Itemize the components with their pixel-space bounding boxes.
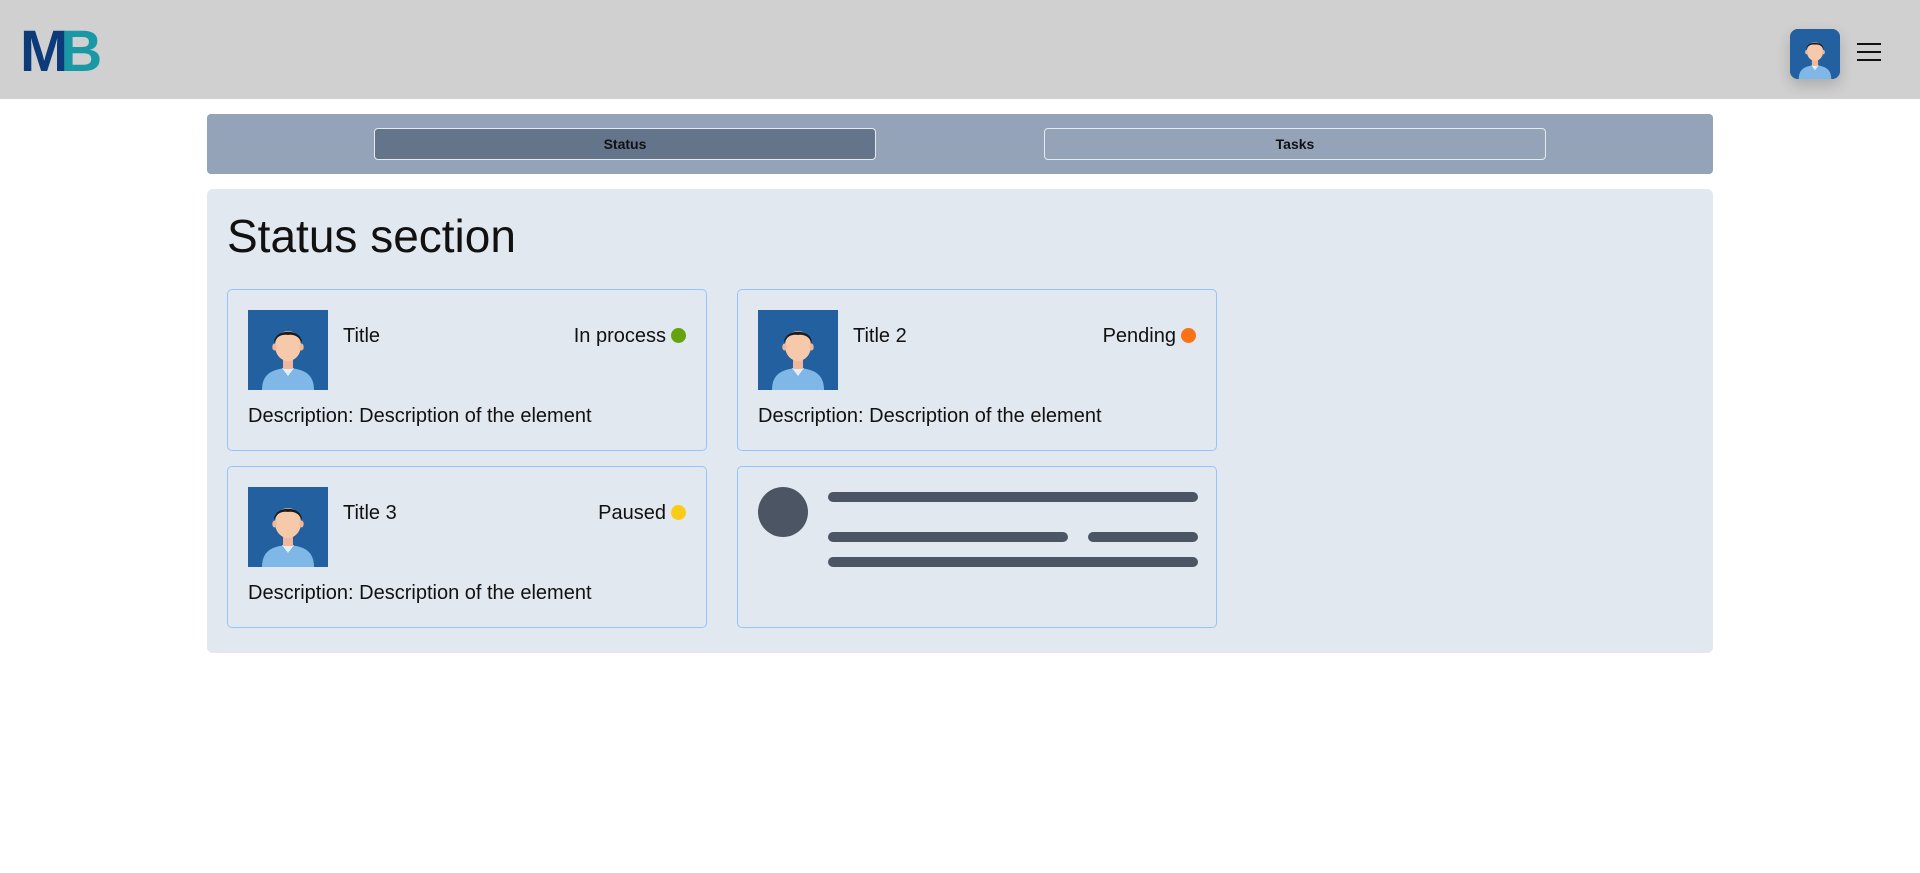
status-card[interactable]: Title 3 Paused Description: Description … [227,466,707,628]
status-dot-icon [671,505,686,520]
card-title: Title [343,325,381,347]
user-avatar-button[interactable] [1790,29,1840,79]
hamburger-menu-icon[interactable] [1857,43,1881,63]
status-label: Pending [1102,325,1176,347]
card-description: Description: Description of the element [248,582,592,604]
logo-letter-m: MB [20,25,100,73]
person-avatar-icon [248,310,328,390]
card-title: Title 2 [853,325,907,347]
page-title: Status section [227,210,516,262]
tab-bar: Status Tasks [207,114,1713,174]
status-dot-icon [671,328,686,343]
status-label: In process [573,325,666,347]
person-avatar-icon [248,487,328,567]
user-avatar-icon [1790,29,1840,79]
card-description: Description: Description of the element [248,405,592,427]
status-card[interactable]: Title In process Description: Descriptio… [227,289,707,451]
skeleton-line [828,557,1198,567]
loading-skeleton-card [737,466,1217,628]
card-title: Title 3 [343,502,397,524]
brand-logo[interactable]: MB [20,25,102,73]
card-description: Description: Description of the element [758,405,1102,427]
skeleton-line [828,492,1198,502]
skeleton-line [828,532,1068,542]
tab-tasks[interactable]: Tasks [1044,128,1546,160]
top-bar: MB [0,0,1920,99]
skeleton-line [1088,532,1198,542]
status-label: Paused [598,502,666,524]
status-section-panel: Status section Title In process Descript… [207,189,1713,653]
tab-status[interactable]: Status [374,128,876,160]
status-card[interactable]: Title 2 Pending Description: Description… [737,289,1217,451]
person-avatar-icon [758,310,838,390]
skeleton-avatar [758,487,808,537]
status-dot-icon [1181,328,1196,343]
